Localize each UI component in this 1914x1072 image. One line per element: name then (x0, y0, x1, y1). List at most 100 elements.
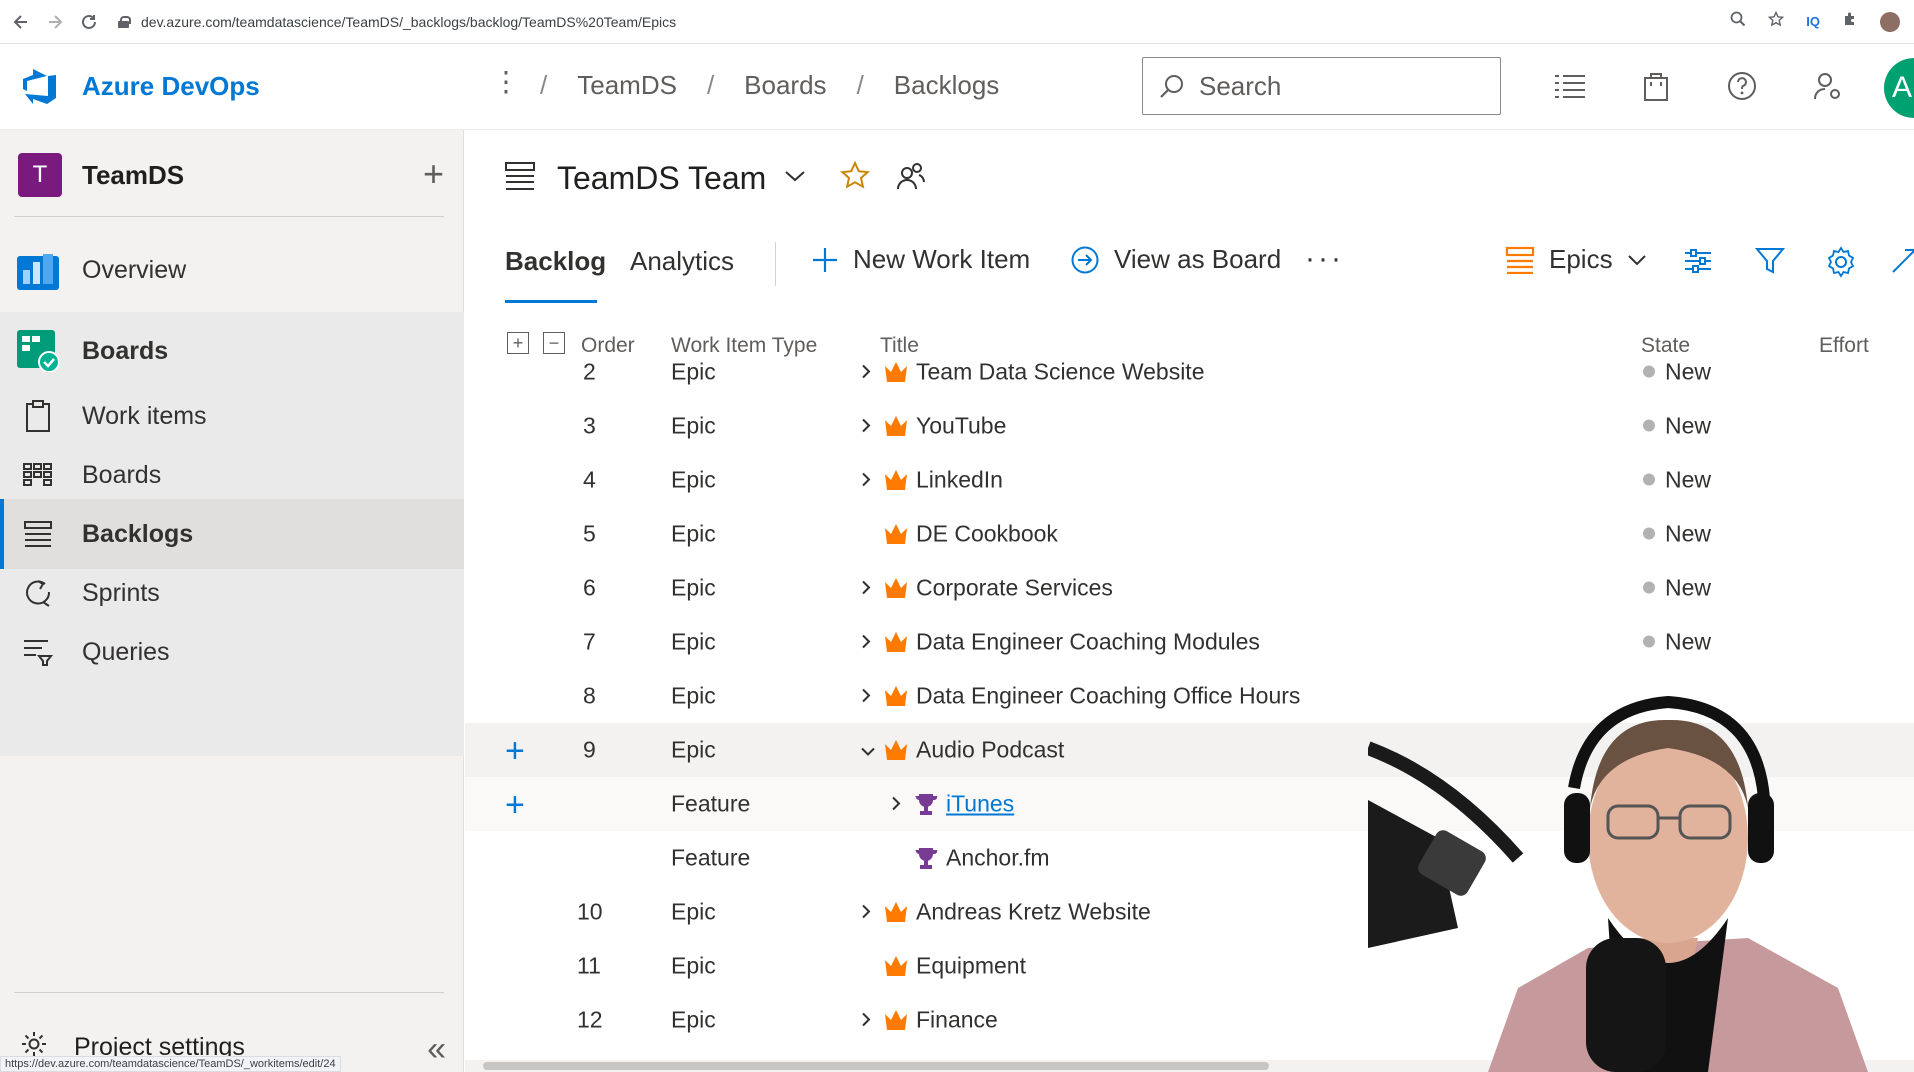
crown-icon (883, 414, 909, 438)
chevron-right-icon[interactable] (860, 629, 872, 656)
sidebar-item-label: Queries (82, 637, 170, 666)
forward-arrow-icon[interactable] (42, 9, 68, 35)
settings-gear-icon[interactable] (1825, 246, 1857, 283)
view-as-board-label: View as Board (1114, 244, 1282, 274)
epic-row[interactable]: 4 Epic LinkedIn New (465, 453, 1914, 507)
title-cell[interactable]: Anchor.fm (946, 845, 1050, 872)
project-header[interactable]: T TeamDS + (18, 152, 444, 198)
backlog-level-label: Epics (1549, 244, 1613, 274)
search-input[interactable]: Search (1142, 57, 1501, 115)
browser-profile-avatar[interactable] (1880, 11, 1900, 32)
title-cell[interactable]: Team Data Science Website (916, 359, 1205, 386)
azure-devops-logo-icon[interactable] (20, 67, 60, 107)
filter-icon[interactable] (1754, 246, 1786, 281)
sidebar-item-queries[interactable]: Queries (0, 617, 464, 687)
team-members-icon[interactable] (896, 161, 926, 196)
title-cell[interactable]: Finance (916, 1007, 998, 1034)
title-cell[interactable]: DE Cookbook (916, 521, 1058, 548)
sidebar-item-boards-hub[interactable]: Boards (0, 316, 464, 386)
chevron-right-icon[interactable] (860, 683, 872, 710)
breadcrumb-separator: / (540, 70, 548, 100)
chevron-right-icon[interactable] (860, 1007, 872, 1034)
bookmark-star-icon[interactable] (1768, 10, 1785, 32)
epic-row[interactable]: 6 Epic Corporate Services New (465, 561, 1914, 615)
back-arrow-icon[interactable] (8, 9, 34, 35)
chevron-right-icon[interactable] (860, 575, 872, 602)
chevron-down-icon[interactable] (784, 169, 806, 188)
iq-extension-icon[interactable]: IQ (1806, 14, 1820, 29)
extensions-puzzle-icon[interactable] (1842, 11, 1858, 32)
work-item-type-cell: Feature (671, 844, 751, 871)
backlog-icon (505, 162, 535, 195)
team-name[interactable]: TeamDS Team (557, 160, 766, 197)
status-bar-url: https://dev.azure.com/teamdatascience/Te… (0, 1056, 341, 1072)
add-icon[interactable]: + (423, 156, 444, 192)
chevron-right-icon[interactable] (860, 899, 872, 926)
sidebar-item-label: Boards (82, 460, 162, 489)
marketplace-bag-icon[interactable] (1634, 64, 1678, 108)
sidebar-item-label: Sprints (82, 578, 160, 607)
breadcrumb-teamds[interactable]: TeamDS (577, 70, 677, 101)
title-cell[interactable]: Equipment (916, 953, 1026, 980)
more-vertical-icon[interactable]: ⋮ (492, 68, 520, 96)
state-label: New (1665, 412, 1712, 439)
toolbar-divider (775, 242, 776, 286)
work-item-type-cell: Epic (671, 736, 716, 763)
tab-backlog[interactable]: Backlog (505, 246, 606, 277)
view-options-icon[interactable] (1683, 246, 1713, 281)
user-settings-icon[interactable] (1806, 64, 1850, 108)
title-cell[interactable]: YouTube (916, 413, 1006, 440)
breadcrumb-separator: / (706, 70, 715, 100)
crown-icon (883, 900, 909, 924)
backlog-level-icon (1505, 246, 1535, 274)
title-cell[interactable]: Corporate Services (916, 575, 1113, 602)
brand-name[interactable]: Azure DevOps (82, 71, 260, 102)
breadcrumb-separator: / (856, 70, 864, 100)
add-child-icon[interactable]: + (505, 734, 525, 768)
chevron-down-icon[interactable] (860, 737, 876, 764)
tab-analytics[interactable]: Analytics (630, 246, 734, 277)
title-cell[interactable]: Andreas Kretz Website (916, 899, 1151, 926)
breadcrumb-backlogs[interactable]: Backlogs (894, 70, 1000, 101)
breadcrumb-boards[interactable]: Boards (744, 70, 826, 101)
chevron-right-icon[interactable] (860, 467, 872, 494)
title-cell[interactable]: iTunes (946, 791, 1014, 818)
scrollbar-thumb[interactable] (483, 1062, 1269, 1070)
favorite-star-icon[interactable] (840, 160, 871, 196)
work-item-type-cell: Epic (671, 628, 716, 655)
address-bar[interactable]: dev.azure.com/teamdatascience/TeamDS/_ba… (118, 7, 1730, 37)
work-item-type-cell: Epic (671, 412, 716, 439)
new-work-item-label: New Work Item (853, 244, 1031, 274)
epic-row[interactable]: 7 Epic Data Engineer Coaching Modules New (465, 615, 1914, 669)
title-cell[interactable]: Audio Podcast (916, 737, 1064, 764)
state-label: New (1665, 466, 1712, 493)
chevron-right-icon[interactable] (890, 791, 902, 818)
title-cell[interactable]: LinkedIn (916, 467, 1003, 494)
epic-row[interactable]: 2 Epic Team Data Science Website New (465, 345, 1914, 399)
title-cell[interactable]: Data Engineer Coaching Modules (916, 629, 1260, 656)
state-label: New (1665, 358, 1712, 385)
epic-row[interactable]: 3 Epic YouTube New (465, 399, 1914, 453)
epic-row[interactable]: 5 Epic DE Cookbook New (465, 507, 1914, 561)
reload-icon[interactable] (76, 9, 102, 35)
trophy-icon (913, 846, 939, 870)
zoom-icon[interactable] (1730, 11, 1746, 32)
add-child-icon[interactable]: + (505, 788, 525, 822)
help-icon[interactable] (1720, 64, 1764, 108)
sidebar-item-overview[interactable]: Overview (0, 235, 464, 305)
chevron-right-icon[interactable] (860, 359, 872, 386)
chevron-right-icon[interactable] (860, 413, 872, 440)
crown-icon (883, 954, 909, 978)
work-item-type-cell: Epic (671, 952, 716, 979)
view-as-board-button[interactable]: View as Board (1070, 244, 1281, 275)
collapse-sidebar-icon[interactable]: « (427, 1030, 446, 1069)
task-list-icon[interactable] (1548, 64, 1592, 108)
trophy-icon (913, 792, 939, 816)
new-work-item-button[interactable]: New Work Item (811, 244, 1030, 275)
more-actions-button[interactable]: ··· (1305, 242, 1344, 276)
fullscreen-icon[interactable] (1889, 246, 1914, 281)
title-cell[interactable]: Data Engineer Coaching Office Hours (916, 683, 1300, 710)
order-cell: 3 (583, 412, 596, 439)
backlog-level-selector[interactable]: Epics (1505, 244, 1647, 275)
work-item-type-cell: Epic (671, 520, 716, 547)
